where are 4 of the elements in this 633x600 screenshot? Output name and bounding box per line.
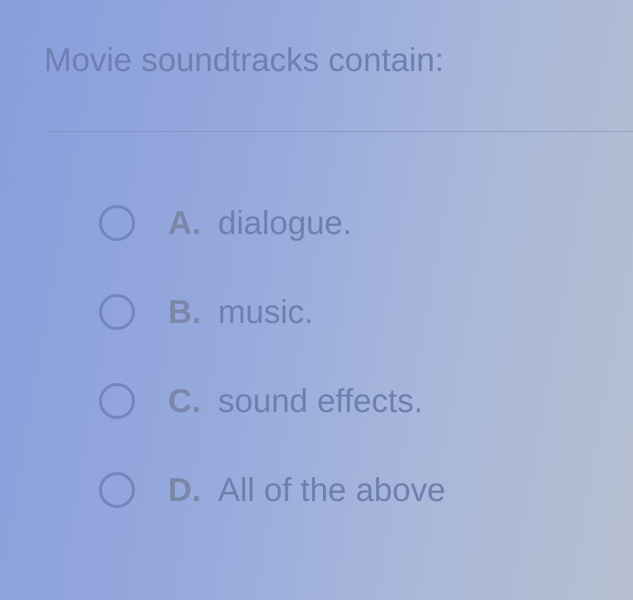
radio-button[interactable] <box>99 294 135 330</box>
radio-button[interactable] <box>99 205 135 241</box>
radio-button[interactable] <box>99 472 135 508</box>
radio-button[interactable] <box>99 383 135 419</box>
